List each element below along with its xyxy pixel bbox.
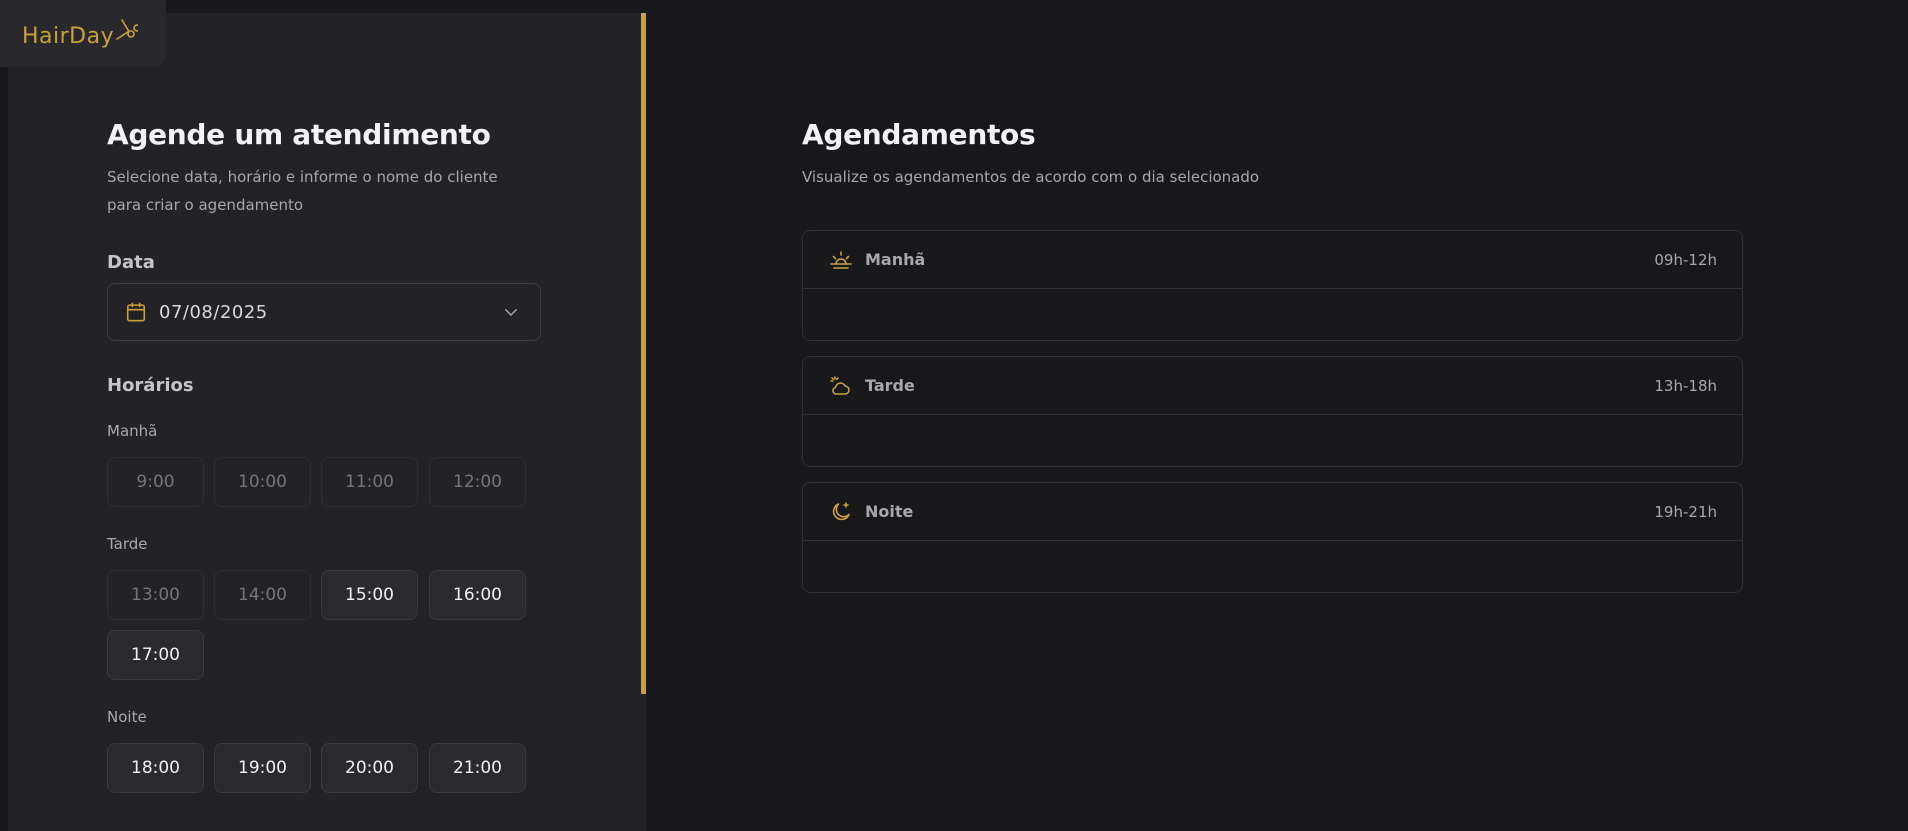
- panel-accent-bar: [641, 13, 646, 694]
- period-card-header: Tarde 13h-18h: [803, 357, 1742, 415]
- schedule-subtitle: Visualize os agendamentos de acordo com …: [802, 168, 1260, 186]
- moon-stars-icon: [832, 501, 850, 520]
- time-slot: 14:00: [214, 570, 311, 620]
- time-slot[interactable]: 15:00: [321, 570, 418, 620]
- time-slot: 9:00: [107, 457, 204, 507]
- form-title: Agende um atendimento: [107, 118, 491, 151]
- sunrise-icon: [830, 250, 852, 269]
- time-slot: 13:00: [107, 570, 204, 620]
- period-card-night: Noite 19h-21h: [802, 482, 1743, 593]
- period-card-afternoon: Tarde 13h-18h: [802, 356, 1743, 467]
- period-card-title: Tarde: [865, 376, 915, 395]
- time-slot[interactable]: 18:00: [107, 743, 204, 793]
- date-field[interactable]: 07/08/2025: [107, 283, 541, 341]
- period-card-morning: Manhã 09h-12h: [802, 230, 1743, 341]
- schedule-title: Agendamentos: [802, 118, 1036, 151]
- scissors-icon: [116, 18, 139, 40]
- time-slot[interactable]: 19:00: [214, 743, 311, 793]
- calendar-icon: [126, 302, 146, 322]
- period-card-header: Manhã 09h-12h: [803, 231, 1742, 289]
- period-card-range: 13h-18h: [1654, 376, 1717, 395]
- period-card-header: Noite 19h-21h: [803, 483, 1742, 541]
- time-slot: 10:00: [214, 457, 311, 507]
- time-slot[interactable]: 21:00: [429, 743, 526, 793]
- time-slot[interactable]: 20:00: [321, 743, 418, 793]
- period-card-title: Noite: [865, 502, 914, 521]
- date-label: Data: [107, 252, 155, 273]
- period-label-night: Noite: [107, 708, 147, 726]
- period-label-morning: Manhã: [107, 422, 158, 440]
- time-slot: 11:00: [321, 457, 418, 507]
- times-label: Horários: [107, 375, 194, 396]
- date-value: 07/08/2025: [159, 301, 268, 323]
- time-slot[interactable]: 16:00: [429, 570, 526, 620]
- logo: HairDay: [0, 0, 166, 67]
- time-slot[interactable]: 17:00: [107, 630, 204, 680]
- time-slot: 12:00: [429, 457, 526, 507]
- logo-text: HairDay: [22, 24, 115, 49]
- period-card-range: 09h-12h: [1654, 250, 1717, 269]
- chevron-down-icon[interactable]: [502, 303, 520, 321]
- form-subtitle: Selecione data, horário e informe o nome…: [107, 168, 498, 214]
- period-label-afternoon: Tarde: [107, 535, 148, 553]
- app-root: HairDay Agende um atendimento Selecione …: [0, 0, 1908, 831]
- cloud-sun-icon: [830, 375, 850, 395]
- period-card-range: 19h-21h: [1654, 502, 1717, 521]
- period-card-title: Manhã: [865, 250, 926, 269]
